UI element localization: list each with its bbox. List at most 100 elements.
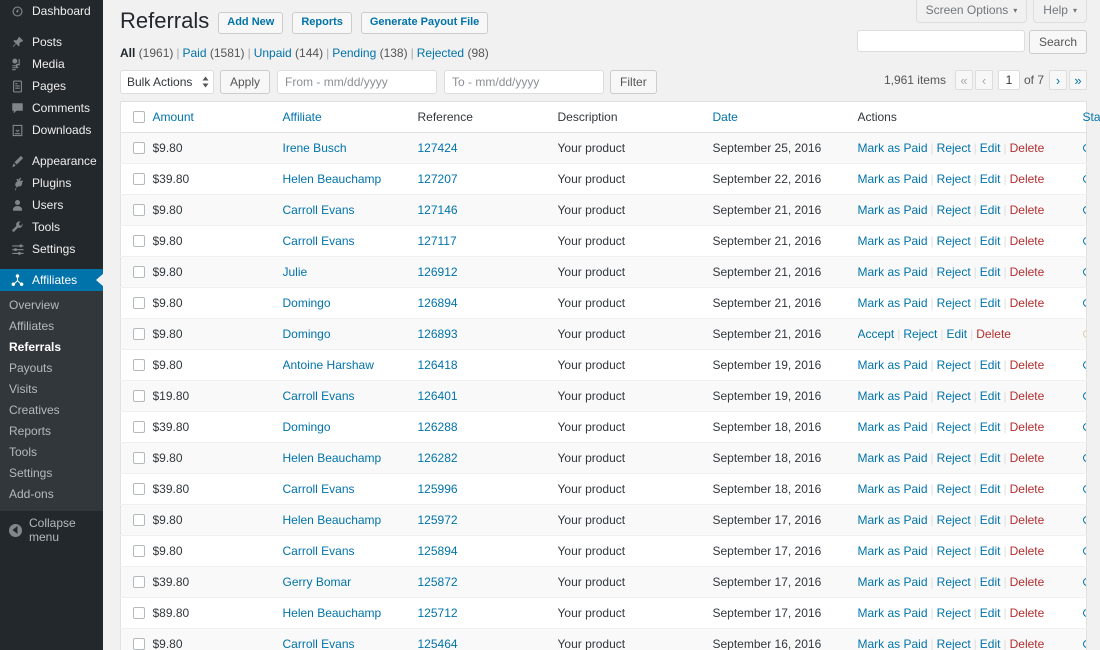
row-checkbox[interactable] xyxy=(133,142,145,154)
submenu-item-visits[interactable]: Visits xyxy=(0,379,103,400)
next-page-button[interactable]: › xyxy=(1049,70,1067,90)
reference-link[interactable]: 126401 xyxy=(418,389,458,403)
column-header-date[interactable]: Date xyxy=(712,101,858,133)
affiliate-link[interactable]: Helen Beauchamp xyxy=(283,606,382,620)
search-button[interactable]: Search xyxy=(1028,30,1087,54)
sidebar-item-posts[interactable]: Posts xyxy=(0,31,103,53)
view-link-all[interactable]: All xyxy=(120,46,135,60)
reference-link[interactable]: 125996 xyxy=(418,482,458,496)
action-delete[interactable]: Delete xyxy=(1010,513,1045,527)
reference-link[interactable]: 126288 xyxy=(418,420,458,434)
bulk-actions-select[interactable]: Bulk Actions xyxy=(120,70,214,94)
date-to-input[interactable] xyxy=(444,70,605,94)
action-edit[interactable]: Edit xyxy=(980,234,1001,248)
action-reject[interactable]: Reject xyxy=(937,234,971,248)
submenu-item-add-ons[interactable]: Add-ons xyxy=(0,484,103,505)
reference-link[interactable]: 126912 xyxy=(418,265,458,279)
reference-link[interactable]: 125972 xyxy=(418,513,458,527)
action-mark-as-paid[interactable]: Mark as Paid xyxy=(858,389,928,403)
sidebar-item-settings[interactable]: Settings xyxy=(0,238,103,260)
action-delete[interactable]: Delete xyxy=(1010,265,1045,279)
action-mark-as-paid[interactable]: Mark as Paid xyxy=(858,172,928,186)
affiliate-link[interactable]: Antoine Harshaw xyxy=(283,358,374,372)
reports-button[interactable]: Reports xyxy=(292,12,352,34)
row-checkbox[interactable] xyxy=(133,483,145,495)
row-checkbox[interactable] xyxy=(133,452,145,464)
affiliate-link[interactable]: Gerry Bomar xyxy=(283,575,352,589)
affiliate-link[interactable]: Irene Busch xyxy=(283,141,347,155)
affiliate-link[interactable]: Carroll Evans xyxy=(283,389,355,403)
row-checkbox[interactable] xyxy=(133,638,145,650)
reference-link[interactable]: 125894 xyxy=(418,544,458,558)
affiliate-link[interactable]: Domingo xyxy=(283,420,331,434)
action-reject[interactable]: Reject xyxy=(937,606,971,620)
row-checkbox[interactable] xyxy=(133,266,145,278)
sidebar-item-plugins[interactable]: Plugins xyxy=(0,172,103,194)
action-mark-as-paid[interactable]: Mark as Paid xyxy=(858,358,928,372)
action-reject[interactable]: Reject xyxy=(937,451,971,465)
action-reject[interactable]: Reject xyxy=(937,265,971,279)
screen-options-button[interactable]: Screen Options ▾ xyxy=(915,0,1028,23)
submenu-item-creatives[interactable]: Creatives xyxy=(0,400,103,421)
action-mark-as-paid[interactable]: Mark as Paid xyxy=(858,513,928,527)
submenu-item-referrals[interactable]: Referrals xyxy=(0,337,103,358)
action-edit[interactable]: Edit xyxy=(980,606,1001,620)
action-reject[interactable]: Reject xyxy=(937,141,971,155)
date-from-input[interactable] xyxy=(277,70,438,94)
action-mark-as-paid[interactable]: Mark as Paid xyxy=(858,606,928,620)
column-header-affiliate[interactable]: Affiliate xyxy=(282,101,418,133)
action-mark-as-paid[interactable]: Mark as Paid xyxy=(858,420,928,434)
affiliate-link[interactable]: Helen Beauchamp xyxy=(283,172,382,186)
help-button[interactable]: Help ▾ xyxy=(1033,0,1087,23)
sidebar-item-users[interactable]: Users xyxy=(0,194,103,216)
affiliate-link[interactable]: Helen Beauchamp xyxy=(283,513,382,527)
row-checkbox[interactable] xyxy=(133,297,145,309)
action-mark-as-paid[interactable]: Mark as Paid xyxy=(858,141,928,155)
action-reject[interactable]: Reject xyxy=(937,544,971,558)
action-delete[interactable]: Delete xyxy=(1010,389,1045,403)
action-delete[interactable]: Delete xyxy=(1010,203,1045,217)
reference-link[interactable]: 127117 xyxy=(418,234,457,248)
action-delete[interactable]: Delete xyxy=(1010,451,1045,465)
reference-link[interactable]: 127424 xyxy=(418,141,458,155)
action-edit[interactable]: Edit xyxy=(980,265,1001,279)
reference-link[interactable]: 125872 xyxy=(418,575,458,589)
submenu-item-overview[interactable]: Overview xyxy=(0,295,103,316)
row-checkbox[interactable] xyxy=(133,545,145,557)
action-delete[interactable]: Delete xyxy=(1010,296,1045,310)
action-edit[interactable]: Edit xyxy=(980,172,1001,186)
generate-payout-file-button[interactable]: Generate Payout File xyxy=(360,12,489,34)
action-mark-as-paid[interactable]: Mark as Paid xyxy=(858,544,928,558)
sidebar-item-pages[interactable]: Pages xyxy=(0,75,103,97)
submenu-item-affiliates[interactable]: Affiliates xyxy=(0,316,103,337)
action-edit[interactable]: Edit xyxy=(980,482,1001,496)
action-reject[interactable]: Reject xyxy=(937,420,971,434)
submenu-item-payouts[interactable]: Payouts xyxy=(0,358,103,379)
action-mark-as-paid[interactable]: Mark as Paid xyxy=(858,265,928,279)
action-edit[interactable]: Edit xyxy=(980,420,1001,434)
first-page-button[interactable]: « xyxy=(954,70,973,90)
action-edit[interactable]: Edit xyxy=(980,358,1001,372)
sidebar-item-comments[interactable]: Comments xyxy=(0,97,103,119)
view-link-paid[interactable]: Paid xyxy=(183,46,207,60)
apply-button[interactable]: Apply xyxy=(220,70,271,94)
action-delete[interactable]: Delete xyxy=(1010,606,1045,620)
submenu-item-tools[interactable]: Tools xyxy=(0,442,103,463)
action-reject[interactable]: Reject xyxy=(937,358,971,372)
action-delete[interactable]: Delete xyxy=(1010,141,1045,155)
affiliate-link[interactable]: Domingo xyxy=(283,327,331,341)
reference-link[interactable]: 126282 xyxy=(418,451,458,465)
action-edit[interactable]: Edit xyxy=(980,637,1001,650)
action-edit[interactable]: Edit xyxy=(946,327,967,341)
reference-link[interactable]: 126893 xyxy=(418,327,458,341)
affiliate-link[interactable]: Carroll Evans xyxy=(283,482,355,496)
action-mark-as-paid[interactable]: Mark as Paid xyxy=(858,482,928,496)
column-header-amount[interactable]: Amount xyxy=(152,101,283,133)
row-checkbox[interactable] xyxy=(133,359,145,371)
action-edit[interactable]: Edit xyxy=(980,544,1001,558)
view-link-unpaid[interactable]: Unpaid xyxy=(254,46,292,60)
action-reject[interactable]: Reject xyxy=(937,513,971,527)
action-reject[interactable]: Reject xyxy=(937,575,971,589)
reference-link[interactable]: 127146 xyxy=(418,203,458,217)
submenu-item-settings[interactable]: Settings xyxy=(0,463,103,484)
